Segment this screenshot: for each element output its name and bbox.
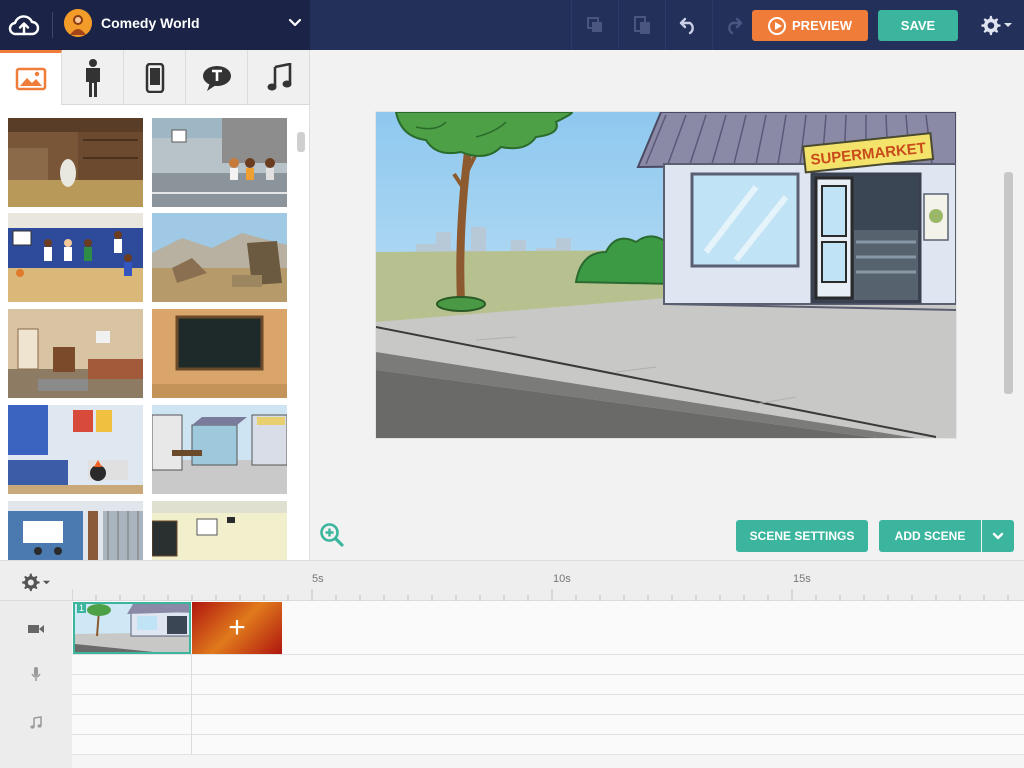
redo-button[interactable] — [712, 0, 752, 50]
project-menu-dropdown[interactable] — [286, 14, 304, 32]
background-thumb-classroom[interactable] — [152, 501, 287, 560]
ruler-ticks — [72, 589, 1009, 601]
ruler-label-15s: 15s — [793, 573, 811, 585]
microphone-icon — [31, 667, 41, 681]
chevron-down-icon — [992, 532, 1004, 540]
add-scene-button[interactable]: ADD SCENE — [879, 520, 981, 552]
zoom-in-button[interactable] — [319, 522, 345, 548]
background-thumb-blackboard[interactable] — [152, 309, 287, 398]
top-bar: Comedy World PREVIEW SAVE — [0, 0, 1024, 50]
video-track-icon — [26, 619, 46, 639]
tab-text[interactable] — [186, 50, 248, 105]
image-icon — [15, 67, 46, 91]
scene-settings-button[interactable]: SCENE SETTINGS — [736, 520, 868, 552]
timeline: 5s 10s 15s 1 + — [0, 560, 1024, 768]
caret-down-icon — [42, 580, 51, 584]
project-header: Comedy World — [0, 0, 310, 50]
stage-scrollbar[interactable] — [1004, 172, 1013, 394]
redo-icon — [727, 17, 742, 35]
asset-panel — [0, 50, 310, 560]
preview-label: PREVIEW — [792, 18, 852, 33]
music-track-2 — [72, 715, 1024, 735]
tab-music[interactable] — [248, 50, 310, 105]
background-thumb-bus-stop[interactable] — [152, 405, 287, 494]
background-thumb-basketball-court[interactable] — [152, 118, 287, 207]
scene-number: 1 — [77, 603, 87, 613]
camera-icon — [28, 625, 44, 633]
stage-area: SUPERMARKET SCENE SETTINGS ADD SCENE — [311, 50, 1024, 560]
paste-button[interactable] — [618, 0, 664, 50]
divider — [52, 12, 53, 38]
paste-icon — [633, 16, 650, 34]
project-avatar[interactable] — [64, 9, 92, 37]
add-scene-tile[interactable]: + — [192, 602, 282, 654]
add-scene-dropdown-button[interactable] — [982, 520, 1014, 552]
settings-button[interactable] — [974, 10, 1018, 40]
scene-canvas[interactable]: SUPERMARKET — [376, 112, 956, 438]
scene-thumbnail-1[interactable]: 1 — [73, 602, 191, 654]
gear-icon — [22, 573, 40, 592]
voice-track-icon — [26, 664, 46, 684]
project-title[interactable]: Comedy World — [101, 15, 200, 31]
undo-button[interactable] — [665, 0, 711, 50]
background-grid — [0, 106, 296, 560]
music-track-3 — [72, 735, 1024, 755]
copy-button[interactable] — [571, 0, 617, 50]
copy-icon — [586, 17, 602, 32]
tab-characters[interactable] — [62, 50, 124, 105]
music-track-icon — [26, 713, 46, 733]
tab-props[interactable] — [124, 50, 186, 105]
zoom-in-icon — [320, 523, 344, 547]
background-thumb-teen-bedroom[interactable] — [8, 405, 143, 494]
chevron-down-icon — [288, 18, 302, 27]
music-note-icon — [267, 62, 291, 90]
scene-divider — [191, 654, 192, 754]
background-thumb-desert-ruins[interactable] — [152, 213, 287, 302]
voice-track-2 — [72, 675, 1024, 695]
category-tabs — [0, 50, 310, 105]
play-circle-icon — [768, 16, 787, 35]
background-thumb-barn[interactable] — [8, 118, 143, 207]
music-track-1 — [72, 695, 1024, 715]
cloud-upload-button[interactable] — [6, 9, 42, 41]
undo-icon — [679, 17, 694, 35]
music-note-icon — [30, 716, 42, 729]
speech-bubble-icon — [202, 65, 231, 91]
timeline-ruler[interactable]: 5s 10s 15s — [0, 561, 1024, 601]
background-thumb-gym[interactable] — [8, 213, 143, 302]
plus-icon: + — [228, 611, 246, 644]
tab-backgrounds[interactable] — [0, 50, 62, 105]
gear-icon — [981, 15, 1001, 36]
person-icon — [85, 58, 100, 97]
ruler-label-10s: 10s — [553, 573, 571, 585]
background-thumb-school-hallway[interactable] — [8, 501, 143, 560]
caret-down-icon — [1004, 23, 1012, 27]
phone-icon — [145, 62, 164, 93]
asset-panel-scrollbar[interactable] — [297, 132, 305, 152]
preview-button[interactable]: PREVIEW — [752, 10, 868, 41]
voice-track-1 — [72, 655, 1024, 675]
save-button[interactable]: SAVE — [878, 10, 958, 41]
ruler-label-5s: 5s — [312, 573, 324, 585]
background-thumb-bedroom[interactable] — [8, 309, 143, 398]
cloud-upload-icon — [8, 15, 40, 36]
timeline-settings-button[interactable] — [20, 571, 54, 593]
